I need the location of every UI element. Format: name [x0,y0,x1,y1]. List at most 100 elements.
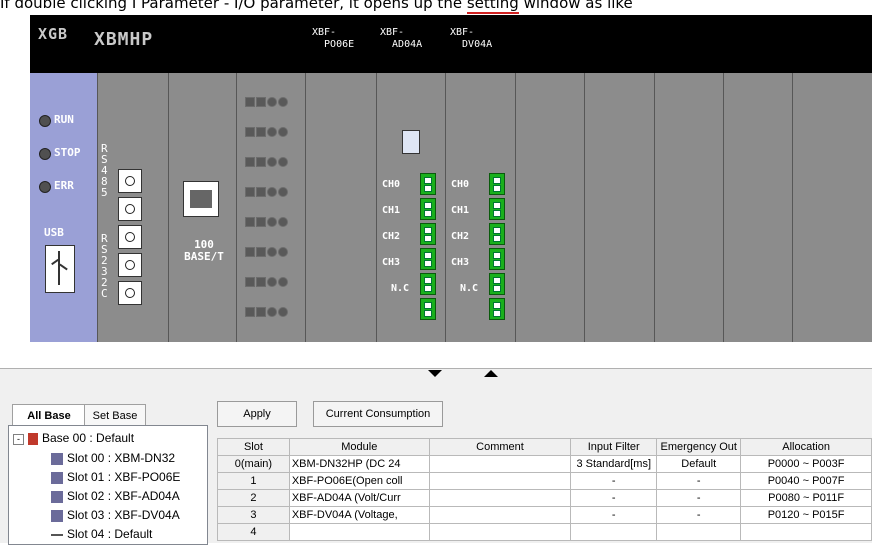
table-row[interactable]: 4 [217,523,872,541]
tree-slot-node[interactable]: Slot 03 : XBF-DV04A [51,508,180,522]
col-slot[interactable]: Slot [217,438,290,456]
tab-set-base[interactable]: Set Base [84,404,146,427]
cell-allocation[interactable]: P0000 ~ P003F [740,455,872,473]
rs232c-port-2-icon[interactable] [118,253,142,277]
rs232c-port-3-icon[interactable] [118,281,142,305]
base-tree[interactable]: - Base 00 : Default Slot 00 : XBM-DN32 Sl… [8,425,208,545]
slot-empty-8[interactable] [792,73,872,342]
tree-slot-node[interactable]: Slot 02 : XBF-AD04A [51,489,180,503]
cell-slot[interactable]: 3 [217,506,290,524]
cell-comment[interactable] [428,523,572,541]
cell-input-filter[interactable]: - [570,489,658,507]
ad-terminal-1-icon [420,198,436,220]
table-row[interactable]: 1 XBF-PO06E(Open coll - - P0040 ~ P007F [217,472,872,490]
col-input-filter[interactable]: Input Filter [570,438,658,456]
slot-empty-4[interactable] [515,73,585,342]
dv-ch0: CH0 [451,179,470,190]
module-icon [51,490,63,503]
cell-input-filter[interactable]: - [570,506,658,524]
io-led-column[interactable] [236,73,306,342]
cell-comment[interactable] [428,455,572,473]
cell-comment[interactable] [428,489,572,507]
table-row[interactable]: 3 XBF-DV04A (Voltage, - - P0120 ~ P015F [217,506,872,524]
cell-slot[interactable]: 0(main) [217,455,290,473]
cpu-panel[interactable]: RUN STOP ERR USB [30,73,97,342]
slot-empty-6[interactable] [654,73,724,342]
cell-module[interactable] [288,523,430,541]
col-allocation[interactable]: Allocation [740,438,872,456]
cell-module[interactable]: XBF-DV04A (Voltage, [288,506,430,524]
stop-label: STOP [54,146,81,159]
cell-allocation[interactable]: P0040 ~ P007F [740,472,872,490]
slot-po06e[interactable] [305,73,377,342]
cell-module[interactable]: XBF-PO06E(Open coll [288,472,430,490]
tree-base-label: Base 00 : Default [42,431,135,445]
module-label-po06e: XBF- PO06E [312,27,355,50]
dv-nc: N.C [460,283,479,294]
module-icon [51,509,63,522]
cell-slot[interactable]: 1 [217,472,290,490]
collapse-icon[interactable]: - [13,434,24,445]
dv-terminal-4-icon [489,273,505,295]
module-label-ad04a: XBF- AD04A [380,27,423,50]
usb-port-icon[interactable] [45,245,75,293]
slot-empty-5[interactable] [584,73,655,342]
col-comment[interactable]: Comment [428,438,572,456]
err-led-icon [39,181,51,193]
cell-allocation[interactable]: P0120 ~ P015F [740,506,872,524]
tree-slot-node[interactable]: Slot 04 : Default [51,527,152,541]
cell-comment[interactable] [428,506,572,524]
dv-terminal-0-icon [489,173,505,195]
tree-slot-label: Slot 03 : XBF-DV04A [67,508,180,522]
cell-input-filter[interactable] [570,523,658,541]
ad-ch1: CH1 [382,205,401,216]
module-icon [51,471,63,484]
cell-input-filter[interactable]: 3 Standard[ms] [570,455,658,473]
slot-dv04a[interactable]: CH0 CH1 CH2 CH3 N.C [445,73,516,342]
table-row[interactable]: 2 XBF-AD04A (Volt/Curr - - P0080 ~ P011F [217,489,872,507]
run-label: RUN [54,113,74,126]
cell-slot[interactable]: 2 [217,489,290,507]
module-icon [51,452,63,465]
cell-allocation[interactable]: P0080 ~ P011F [740,489,872,507]
cell-comment[interactable] [428,472,572,490]
ad-nc: N.C [391,283,410,294]
dip-switch-icon [402,130,420,154]
rs232c-port-icon[interactable] [118,225,142,249]
cell-module[interactable]: XBM-DN32HP (DC 24 [288,455,430,473]
dv-terminal-3-icon [489,248,505,270]
tree-slot-node[interactable]: Slot 00 : XBM-DN32 [51,451,175,465]
cell-allocation[interactable] [740,523,872,541]
tree-base-node[interactable]: - Base 00 : Default [13,431,134,445]
ethernet-column[interactable]: 100 BASE/T [168,73,237,342]
table-row[interactable]: 0(main) XBM-DN32HP (DC 24 3 Standard[ms]… [217,455,872,473]
current-consumption-button[interactable]: Current Consumption [313,401,443,427]
comm-column[interactable]: RS485 RS232C [97,73,169,342]
ethernet-port-icon[interactable] [183,181,219,217]
cell-emergency-out[interactable]: Default [656,455,742,473]
apply-button[interactable]: Apply [217,401,297,427]
slot-ad04a[interactable]: CH0 CH1 CH2 CH3 N.C [376,73,446,342]
triangle-down-icon[interactable] [428,370,442,377]
tree-slot-node[interactable]: Slot 01 : XBF-PO06E [51,470,180,484]
rs485-port-2-icon[interactable] [118,197,142,221]
rs485-port-icon[interactable] [118,169,142,193]
panel-splitter[interactable] [0,368,872,377]
triangle-up-icon[interactable] [484,370,498,377]
rack-icon [28,432,38,445]
cell-input-filter[interactable]: - [570,472,658,490]
col-emergency-out[interactable]: Emergency Out [656,438,742,456]
dv-terminal-2-icon [489,223,505,245]
ad-terminal-5-icon [420,298,436,320]
cell-emergency-out[interactable] [656,523,742,541]
slot-empty-7[interactable] [723,73,793,342]
dv-terminal-5-icon [489,298,505,320]
cell-emergency-out[interactable]: - [656,472,742,490]
cell-emergency-out[interactable]: - [656,489,742,507]
cell-module[interactable]: XBF-AD04A (Volt/Curr [288,489,430,507]
cell-slot[interactable]: 4 [217,523,290,541]
col-module[interactable]: Module [288,438,430,456]
tab-all-base[interactable]: All Base [12,404,86,427]
cell-emergency-out[interactable]: - [656,506,742,524]
dv-ch3: CH3 [451,257,470,268]
